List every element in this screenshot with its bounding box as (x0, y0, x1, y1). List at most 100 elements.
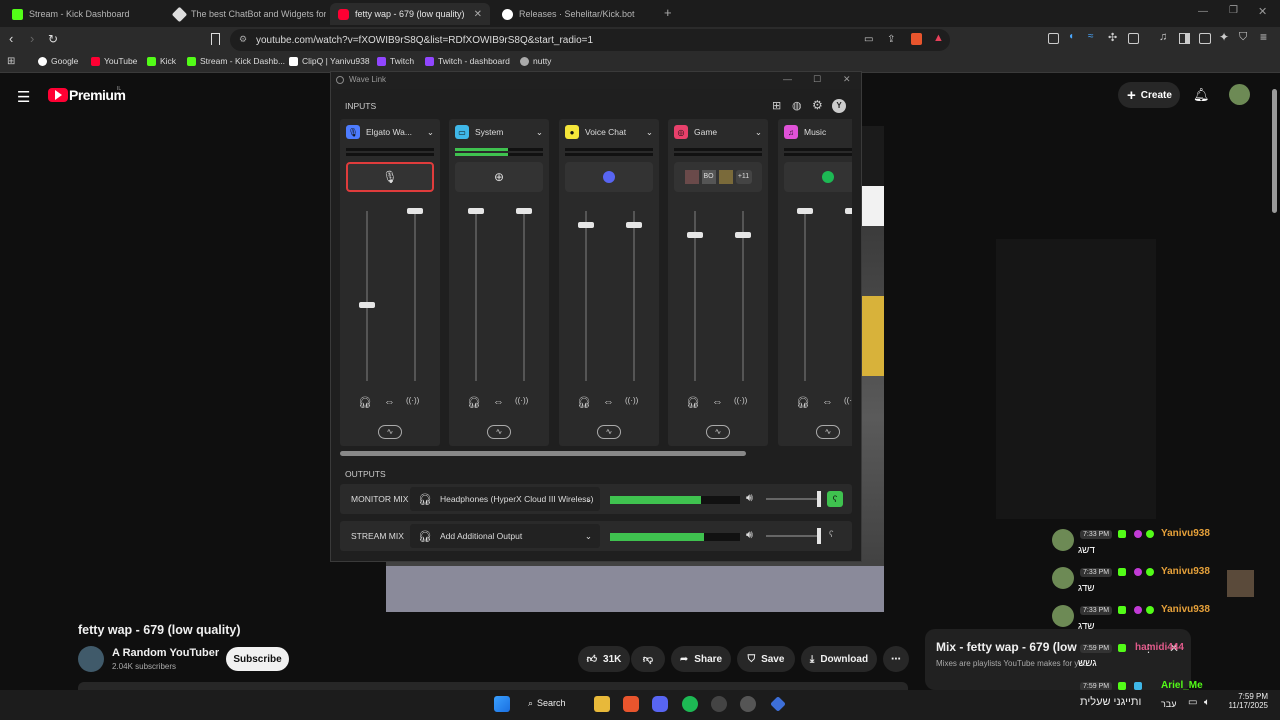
monitor-fader-knob[interactable] (468, 208, 484, 214)
site-info-icon[interactable]: ⚙ (239, 34, 247, 45)
link-icon[interactable]: ⇔ (712, 396, 723, 408)
channel-name[interactable]: A Random YouTuber (112, 647, 219, 659)
monitor-fader-track[interactable] (366, 211, 368, 381)
channel-source-box[interactable]: ⊕ (455, 162, 543, 192)
restore-icon[interactable]: ❐ (1229, 5, 1238, 16)
monitor-headphones-icon[interactable]: 🎧︎ (358, 396, 372, 409)
brave-shield-icon[interactable] (911, 33, 922, 45)
channel-header[interactable]: ◎ Game ⌄ (674, 124, 762, 140)
channel-source-box[interactable]: BO +11 (674, 162, 762, 192)
stream-broadcast-icon[interactable]: ((·)) (844, 396, 852, 405)
apps-grid-icon[interactable]: ⊞ (7, 56, 15, 67)
obs-icon[interactable] (740, 696, 756, 712)
channel-header[interactable]: ▭ System ⌄ (455, 124, 543, 140)
url-field[interactable]: ⚙ youtube.com/watch?v=fXOWIB9rS8Q&list=R… (230, 29, 950, 51)
tab-kick-dashboard[interactable]: Stream - Kick Dashboard (4, 3, 164, 25)
effects-wave-icon[interactable]: ∿ (706, 425, 730, 439)
dislike-button[interactable]: 👎︎ (631, 646, 665, 672)
monitor-volume-knob[interactable] (817, 491, 821, 507)
back-icon[interactable]: ‹ (9, 31, 13, 46)
taskbar-search[interactable]: ⌕ Search (528, 698, 566, 709)
stream-broadcast-icon[interactable]: ((·)) (734, 396, 747, 405)
monitor-headphones-icon[interactable]: 🎧︎ (796, 396, 810, 409)
stream-fader-knob[interactable] (735, 231, 751, 238)
monitor-headphones-icon[interactable]: 🎧︎ (686, 396, 700, 409)
windows-start-icon[interactable] (494, 696, 510, 712)
effects-wave-icon[interactable]: ∿ (487, 425, 511, 439)
channel-source-box[interactable]: 🎙︎ (346, 162, 434, 192)
brave-rewards-icon[interactable]: ▲ (933, 32, 944, 44)
discord-icon[interactable] (652, 696, 668, 712)
link-icon[interactable]: ⇔ (822, 396, 833, 408)
monitor-fader-knob[interactable] (578, 221, 594, 228)
channels-scrollbar[interactable] (340, 451, 746, 456)
channel-header[interactable]: ♫Music⌄ (784, 124, 852, 140)
stream-fader-knob[interactable] (845, 208, 852, 214)
monitor-fader-knob[interactable] (797, 208, 813, 214)
bookmark-clipq[interactable]: ClipQ | Yanivu938 (289, 56, 370, 66)
bookmark-youtube[interactable]: YouTube (91, 56, 137, 66)
language-indicator[interactable]: עבר (1161, 699, 1176, 709)
monitor-fader-track[interactable] (804, 211, 806, 381)
channel-avatar[interactable] (78, 646, 104, 672)
forward-icon[interactable]: › (30, 31, 34, 46)
channel-source-box[interactable] (784, 162, 852, 192)
create-button[interactable]: + Create (1118, 82, 1180, 108)
stream-fader-track[interactable] (414, 211, 416, 381)
bookmark-kick-dashboard[interactable]: Stream - Kick Dashb... (187, 56, 285, 66)
effects-wave-icon[interactable]: ∿ (378, 425, 402, 439)
menu-icon[interactable]: ≡ (1260, 30, 1267, 44)
subscribe-button[interactable]: Subscribe (226, 647, 289, 671)
stream-fader-track[interactable] (633, 211, 635, 381)
save-button[interactable]: ⛉ Save (737, 646, 795, 672)
sidebar-icon[interactable] (1179, 33, 1190, 44)
monitor-device-select[interactable]: 🎧︎ Headphones (HyperX Cloud III Wireless… (410, 487, 600, 511)
cast-icon[interactable]: ▭ (864, 34, 873, 45)
bookmark-icon[interactable] (211, 33, 220, 45)
stream-fader-knob[interactable] (626, 221, 642, 228)
stream-volume-knob[interactable] (817, 528, 821, 544)
stream-fader-knob[interactable] (516, 208, 532, 214)
close-window-icon[interactable]: ✕ (1258, 5, 1267, 18)
monitor-volume-slider[interactable] (766, 498, 820, 500)
notifications-bell-icon[interactable]: 🔔︎ (1193, 87, 1210, 103)
network-icon[interactable]: ▭ (1188, 697, 1197, 708)
reload-icon[interactable]: ↻ (48, 32, 58, 46)
account-avatar[interactable] (1229, 84, 1250, 105)
download-button[interactable]: ⤓ Download (801, 646, 877, 672)
extension-2-icon[interactable]: ◖ (1068, 31, 1074, 42)
vpn-icon[interactable]: ⛉ (1239, 31, 1247, 44)
extension-3-icon[interactable]: ≈ (1088, 31, 1094, 42)
channel-header[interactable]: 🎙︎ Elgato Wa... ⌄ (346, 124, 434, 140)
link-icon[interactable]: ⇔ (384, 396, 395, 408)
stream-fader-knob[interactable] (407, 208, 423, 214)
minimize-icon[interactable]: — (1198, 6, 1208, 17)
stream-broadcast-icon[interactable]: ((·)) (515, 396, 528, 405)
extension-4-icon[interactable] (1128, 33, 1139, 44)
tab-youtube-video[interactable]: fetty wap - 679 (low quality) ✕ (330, 3, 490, 25)
monitor-fader-track[interactable] (585, 211, 587, 381)
effects-wave-icon[interactable]: ∿ (597, 425, 621, 439)
monitor-fader-knob[interactable] (687, 231, 703, 238)
new-tab-icon[interactable]: + (664, 5, 672, 20)
app-diamond-icon[interactable] (770, 696, 786, 712)
monitor-fader-track[interactable] (475, 211, 477, 381)
like-button[interactable]: 👍︎ 31K (578, 646, 630, 672)
stream-device-select[interactable]: 🎧︎ Add Additional Output ⌄ (410, 524, 600, 548)
stream-broadcast-icon[interactable]: ((·)) (406, 396, 419, 405)
bookmark-google[interactable]: Google (38, 56, 78, 66)
bookmark-twitch-dashboard[interactable]: Twitch - dashboard (425, 56, 510, 66)
tab-chatbot[interactable]: The best ChatBot and Widgets for Ki (166, 3, 326, 25)
share-button[interactable]: ➦ Share (671, 646, 731, 672)
monitor-headphones-icon[interactable]: 🎧︎ (467, 396, 481, 409)
volume-icon[interactable]: 🔈︎ (1204, 697, 1210, 708)
bookmark-kick[interactable]: Kick (147, 56, 176, 66)
mix-playlist-panel[interactable]: Mix - fetty wap - 679 (low Mixes are pla… (925, 629, 1191, 690)
hamburger-menu-icon[interactable]: ☰ (17, 88, 30, 106)
speaker-icon[interactable]: 🔊︎ (746, 492, 753, 505)
brave-browser-icon[interactable] (623, 696, 639, 712)
extension-1-icon[interactable] (1048, 33, 1059, 44)
stream-broadcast-icon[interactable]: ((·)) (625, 396, 638, 405)
page-scrollbar[interactable] (1272, 89, 1277, 213)
wallet-icon[interactable] (1199, 33, 1211, 44)
